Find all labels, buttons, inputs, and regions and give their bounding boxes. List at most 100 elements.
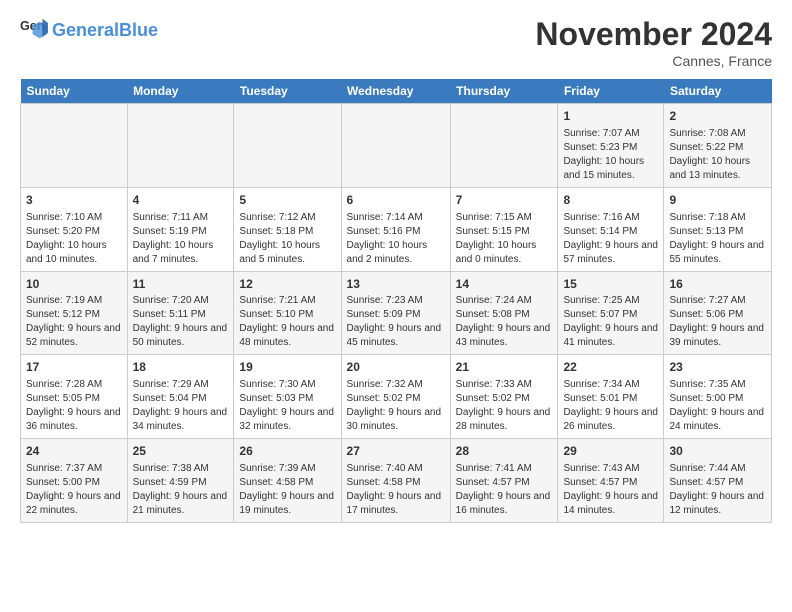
day-number: 26 <box>239 443 335 460</box>
calendar-cell <box>450 104 558 188</box>
title-block: November 2024 Cannes, France <box>535 16 772 69</box>
day-header-monday: Monday <box>127 79 234 104</box>
day-header-sunday: Sunday <box>21 79 128 104</box>
month-title: November 2024 <box>535 16 772 53</box>
calendar-page: Gen GeneralBlue November 2024 Cannes, Fr… <box>0 0 792 533</box>
day-info: Sunrise: 7:25 AM Sunset: 5:07 PM Dayligh… <box>563 294 658 350</box>
day-info: Sunrise: 7:40 AM Sunset: 4:58 PM Dayligh… <box>347 462 445 518</box>
day-number: 20 <box>347 359 445 376</box>
day-info: Sunrise: 7:11 AM Sunset: 5:19 PM Dayligh… <box>133 211 229 267</box>
day-number: 15 <box>563 276 658 293</box>
calendar-cell: 20 Sunrise: 7:32 AM Sunset: 5:02 PM Dayli… <box>341 355 450 439</box>
calendar-cell: 9 Sunrise: 7:18 AM Sunset: 5:13 PM Daylig… <box>664 187 772 271</box>
day-number: 29 <box>563 443 658 460</box>
calendar-week-5: 24 Sunrise: 7:37 AM Sunset: 5:00 PM Dayli… <box>21 439 772 523</box>
day-number: 18 <box>133 359 229 376</box>
day-number: 5 <box>239 192 335 209</box>
day-number: 16 <box>669 276 766 293</box>
calendar-cell: 5 Sunrise: 7:12 AM Sunset: 5:18 PM Daylig… <box>234 187 341 271</box>
day-info: Sunrise: 7:30 AM Sunset: 5:03 PM Dayligh… <box>239 378 335 434</box>
header: Gen GeneralBlue November 2024 Cannes, Fr… <box>20 16 772 69</box>
day-info: Sunrise: 7:19 AM Sunset: 5:12 PM Dayligh… <box>26 294 122 350</box>
day-number: 27 <box>347 443 445 460</box>
day-info: Sunrise: 7:14 AM Sunset: 5:16 PM Dayligh… <box>347 211 445 267</box>
day-info: Sunrise: 7:33 AM Sunset: 5:02 PM Dayligh… <box>456 378 553 434</box>
day-info: Sunrise: 7:12 AM Sunset: 5:18 PM Dayligh… <box>239 211 335 267</box>
day-info: Sunrise: 7:38 AM Sunset: 4:59 PM Dayligh… <box>133 462 229 518</box>
calendar-cell: 30 Sunrise: 7:44 AM Sunset: 4:57 PM Dayli… <box>664 439 772 523</box>
day-number: 25 <box>133 443 229 460</box>
day-info: Sunrise: 7:23 AM Sunset: 5:09 PM Dayligh… <box>347 294 445 350</box>
day-info: Sunrise: 7:44 AM Sunset: 4:57 PM Dayligh… <box>669 462 766 518</box>
calendar-cell: 17 Sunrise: 7:28 AM Sunset: 5:05 PM Dayli… <box>21 355 128 439</box>
calendar-cell: 28Sunrise: 7:41 AM Sunset: 4:57 PM Dayli… <box>450 439 558 523</box>
day-info: Sunrise: 7:29 AM Sunset: 5:04 PM Dayligh… <box>133 378 229 434</box>
day-info: Sunrise: 7:18 AM Sunset: 5:13 PM Dayligh… <box>669 211 766 267</box>
day-number: 8 <box>563 192 658 209</box>
day-info: Sunrise: 7:28 AM Sunset: 5:05 PM Dayligh… <box>26 378 122 434</box>
logo-icon: Gen <box>20 16 48 44</box>
day-info: Sunrise: 7:20 AM Sunset: 5:11 PM Dayligh… <box>133 294 229 350</box>
calendar-cell: 25 Sunrise: 7:38 AM Sunset: 4:59 PM Dayli… <box>127 439 234 523</box>
day-number: 2 <box>669 108 766 125</box>
day-number: 19 <box>239 359 335 376</box>
calendar-cell: 8Sunrise: 7:16 AM Sunset: 5:14 PM Daylig… <box>558 187 664 271</box>
calendar-cell: 13Sunrise: 7:23 AM Sunset: 5:09 PM Dayli… <box>341 271 450 355</box>
day-number: 10 <box>26 276 122 293</box>
day-info: Sunrise: 7:24 AM Sunset: 5:08 PM Dayligh… <box>456 294 553 350</box>
calendar-cell: 21 Sunrise: 7:33 AM Sunset: 5:02 PM Dayli… <box>450 355 558 439</box>
calendar-cell: 10Sunrise: 7:19 AM Sunset: 5:12 PM Dayli… <box>21 271 128 355</box>
calendar-cell: 29 Sunrise: 7:43 AM Sunset: 4:57 PM Dayli… <box>558 439 664 523</box>
day-info: Sunrise: 7:15 AM Sunset: 5:15 PM Dayligh… <box>456 211 553 267</box>
day-number: 13 <box>347 276 445 293</box>
calendar-cell: 12Sunrise: 7:21 AM Sunset: 5:10 PM Dayli… <box>234 271 341 355</box>
day-info: Sunrise: 7:34 AM Sunset: 5:01 PM Dayligh… <box>563 378 658 434</box>
calendar-week-3: 10Sunrise: 7:19 AM Sunset: 5:12 PM Dayli… <box>21 271 772 355</box>
calendar-cell: 11Sunrise: 7:20 AM Sunset: 5:11 PM Dayli… <box>127 271 234 355</box>
calendar-week-2: 3 Sunrise: 7:10 AM Sunset: 5:20 PM Daylig… <box>21 187 772 271</box>
day-number: 22 <box>563 359 658 376</box>
day-info: Sunrise: 7:43 AM Sunset: 4:57 PM Dayligh… <box>563 462 658 518</box>
day-info: Sunrise: 7:41 AM Sunset: 4:57 PM Dayligh… <box>456 462 553 518</box>
day-info: Sunrise: 7:35 AM Sunset: 5:00 PM Dayligh… <box>669 378 766 434</box>
day-header-saturday: Saturday <box>664 79 772 104</box>
day-header-wednesday: Wednesday <box>341 79 450 104</box>
calendar-cell <box>21 104 128 188</box>
day-number: 21 <box>456 359 553 376</box>
calendar-week-1: 1 Sunrise: 7:07 AM Sunset: 5:23 PM Daylig… <box>21 104 772 188</box>
calendar-cell: 19 Sunrise: 7:30 AM Sunset: 5:03 PM Dayli… <box>234 355 341 439</box>
calendar-cell: 16Sunrise: 7:27 AM Sunset: 5:06 PM Dayli… <box>664 271 772 355</box>
calendar-cell: 15Sunrise: 7:25 AM Sunset: 5:07 PM Dayli… <box>558 271 664 355</box>
logo-text: GeneralBlue <box>52 21 158 39</box>
calendar-cell: 14Sunrise: 7:24 AM Sunset: 5:08 PM Dayli… <box>450 271 558 355</box>
calendar-cell: 27 Sunrise: 7:40 AM Sunset: 4:58 PM Dayli… <box>341 439 450 523</box>
day-number: 24 <box>26 443 122 460</box>
day-number: 11 <box>133 276 229 293</box>
calendar-cell: 3 Sunrise: 7:10 AM Sunset: 5:20 PM Daylig… <box>21 187 128 271</box>
day-info: Sunrise: 7:07 AM Sunset: 5:23 PM Dayligh… <box>563 127 658 183</box>
day-number: 17 <box>26 359 122 376</box>
calendar-cell <box>234 104 341 188</box>
calendar-cell: 18 Sunrise: 7:29 AM Sunset: 5:04 PM Dayli… <box>127 355 234 439</box>
location: Cannes, France <box>535 53 772 69</box>
day-number: 7 <box>456 192 553 209</box>
calendar-cell <box>341 104 450 188</box>
calendar-header-row: SundayMondayTuesdayWednesdayThursdayFrid… <box>21 79 772 104</box>
day-number: 3 <box>26 192 122 209</box>
day-number: 1 <box>563 108 658 125</box>
calendar-cell: 26Sunrise: 7:39 AM Sunset: 4:58 PM Dayli… <box>234 439 341 523</box>
day-info: Sunrise: 7:37 AM Sunset: 5:00 PM Dayligh… <box>26 462 122 518</box>
day-info: Sunrise: 7:21 AM Sunset: 5:10 PM Dayligh… <box>239 294 335 350</box>
day-info: Sunrise: 7:27 AM Sunset: 5:06 PM Dayligh… <box>669 294 766 350</box>
day-header-tuesday: Tuesday <box>234 79 341 104</box>
day-number: 4 <box>133 192 229 209</box>
calendar-table: SundayMondayTuesdayWednesdayThursdayFrid… <box>20 79 772 523</box>
day-info: Sunrise: 7:32 AM Sunset: 5:02 PM Dayligh… <box>347 378 445 434</box>
day-info: Sunrise: 7:10 AM Sunset: 5:20 PM Dayligh… <box>26 211 122 267</box>
day-number: 12 <box>239 276 335 293</box>
day-number: 9 <box>669 192 766 209</box>
logo: Gen GeneralBlue <box>20 16 158 44</box>
day-number: 30 <box>669 443 766 460</box>
calendar-cell: 7 Sunrise: 7:15 AM Sunset: 5:15 PM Daylig… <box>450 187 558 271</box>
calendar-cell: 6Sunrise: 7:14 AM Sunset: 5:16 PM Daylig… <box>341 187 450 271</box>
